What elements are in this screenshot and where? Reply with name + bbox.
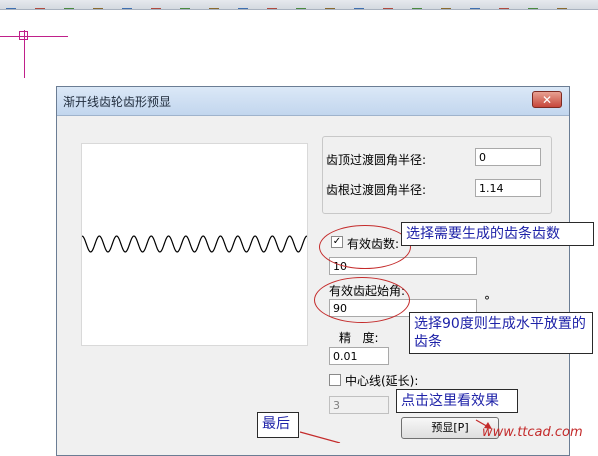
- centerline-length-input[interactable]: [329, 396, 389, 414]
- annotation-select-teeth: 选择需要生成的齿条齿数: [401, 222, 594, 246]
- close-icon: ✕: [541, 93, 553, 107]
- tool-icon-18[interactable]: [499, 0, 509, 9]
- tool-icon-3[interactable]: [64, 0, 74, 9]
- tip-fillet-label: 齿顶过渡圆角半径:: [326, 153, 427, 167]
- rack-tooth-profile-line: [81, 235, 308, 253]
- tool-icon-4[interactable]: [93, 0, 103, 9]
- root-fillet-label: 齿根过渡圆角半径:: [326, 183, 427, 197]
- tip-fillet-input[interactable]: [475, 148, 541, 166]
- tool-icon-15[interactable]: [412, 0, 422, 9]
- tool-icon-19[interactable]: [528, 0, 538, 9]
- tool-icon-10[interactable]: [267, 0, 277, 9]
- tool-icon-12[interactable]: [325, 0, 335, 9]
- tool-icon-6[interactable]: [151, 0, 161, 9]
- degree-symbol: °: [484, 294, 490, 308]
- crosshair-pickbox: [19, 31, 28, 40]
- annotation-click-preview: 点击这里看效果: [396, 389, 518, 413]
- preview-button-label: 预显[P]: [431, 421, 469, 434]
- annotation-select-angle: 选择90度则生成水平放置的齿条: [409, 312, 593, 354]
- tool-icon-16[interactable]: [441, 0, 451, 9]
- tool-icon-8[interactable]: [209, 0, 219, 9]
- tooth-profile: [81, 235, 308, 253]
- crosshair-horizontal: [0, 36, 68, 37]
- annotation-finally: 最后: [257, 412, 299, 438]
- fillet-group: 齿顶过渡圆角半径: 齿根过渡圆角半径:: [322, 136, 552, 214]
- tool-icon-13[interactable]: [354, 0, 364, 9]
- dialog-title: 渐开线齿轮齿形预显: [63, 95, 172, 109]
- tool-icon-14[interactable]: [383, 0, 393, 9]
- centerline-label: 中心线(延长):: [345, 374, 419, 388]
- dialog-titlebar[interactable]: 渐开线齿轮齿形预显 ✕: [57, 87, 569, 116]
- root-fillet-input[interactable]: [475, 179, 541, 197]
- precision-label: 精 度:: [339, 331, 379, 345]
- tool-icon-1[interactable]: [6, 0, 16, 9]
- tooth-preview-canvas: [81, 143, 308, 346]
- toolbar: [0, 0, 598, 10]
- tool-icon-5[interactable]: [122, 0, 132, 9]
- precision-input[interactable]: [329, 347, 389, 365]
- watermark: www.ttcad.com: [482, 425, 583, 440]
- tool-icon-7[interactable]: [180, 0, 190, 9]
- tool-icon-20[interactable]: [557, 0, 567, 9]
- tool-icon-2[interactable]: [35, 0, 45, 9]
- centerline-checkbox[interactable]: [329, 374, 341, 386]
- tool-icon-11[interactable]: [296, 0, 306, 9]
- close-button[interactable]: ✕: [532, 91, 562, 108]
- tool-icon-17[interactable]: [470, 0, 480, 9]
- annotation-ellipse-teeth: [319, 225, 411, 269]
- tool-icon-9[interactable]: [238, 0, 248, 9]
- annotation-ellipse-angle: [314, 277, 410, 323]
